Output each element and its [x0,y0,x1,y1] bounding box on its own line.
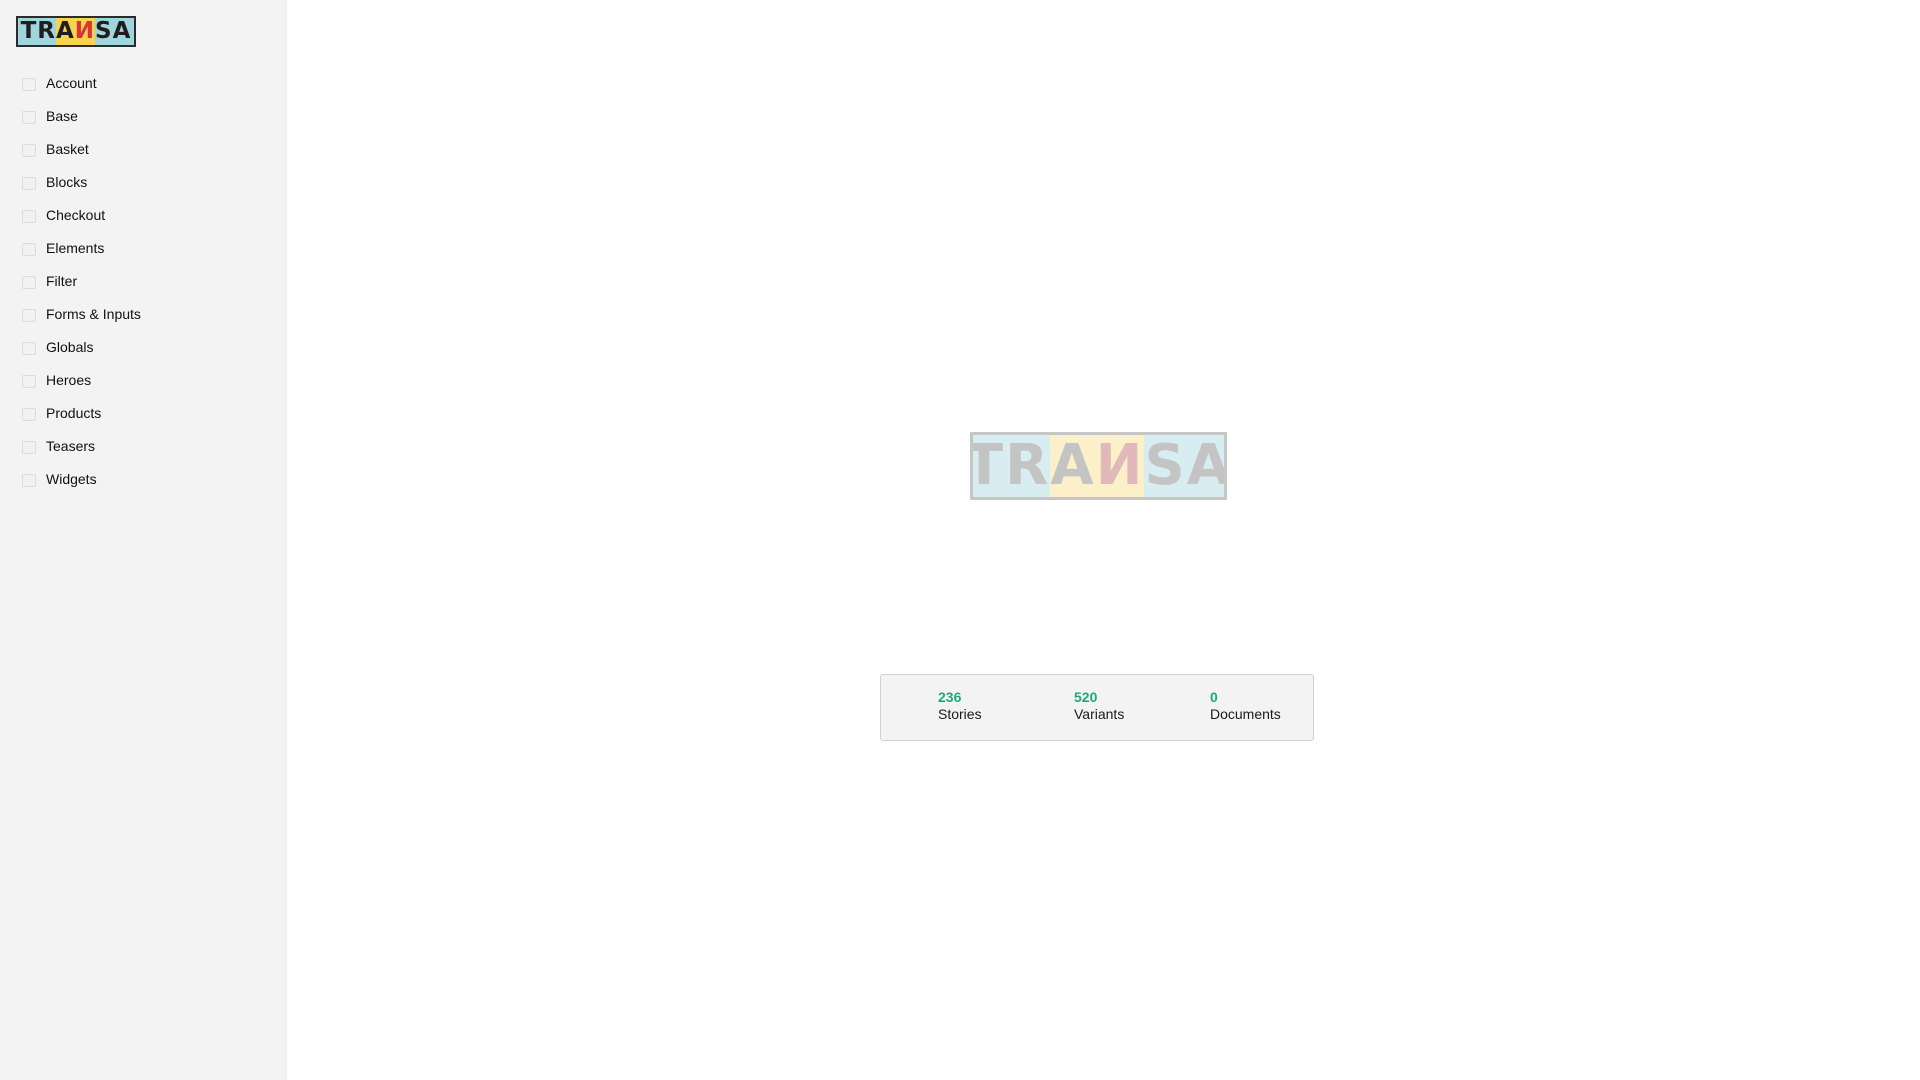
sidebar-item-label: Teasers [46,437,96,454]
stat-label: Documents [1210,706,1281,722]
sidebar-item-globals[interactable]: Globals [0,330,287,363]
folder-icon [22,110,36,124]
hero-logo: T R A И S A [970,432,1227,500]
sidebar-item-blocks[interactable]: Blocks [0,165,287,198]
sidebar-item-basket[interactable]: Basket [0,132,287,165]
sidebar-item-teasers[interactable]: Teasers [0,429,287,462]
stat-label: Stories [938,706,982,722]
folder-icon [22,341,36,355]
stats-panel: 236 Stories 520 Variants 0 Documents [880,674,1314,741]
logo-letter: R [37,18,56,44]
sidebar-item-forms-inputs[interactable]: Forms & Inputs [0,297,287,330]
logo-letter: S [95,18,113,44]
logo-letter: A [55,18,75,45]
sidebar-item-products[interactable]: Products [0,396,287,429]
sidebar-item-label: Base [46,107,78,124]
logo-letter: A [1050,433,1096,498]
sidebar-item-label: Forms & Inputs [46,305,141,322]
storybook-app: T R A И S A Account Base Basket Blocks C… [0,0,1920,1080]
sidebar-item-checkout[interactable]: Checkout [0,198,287,231]
sidebar-item-label: Checkout [46,206,106,223]
sidebar-item-label: Blocks [46,173,88,190]
stat-variants: 520 Variants [1074,688,1124,723]
sidebar-item-label: Filter [46,272,78,289]
logo-letter: T [20,18,38,44]
sidebar-item-label: Elements [46,239,105,256]
sidebar: T R A И S A Account Base Basket Blocks C… [0,0,287,1080]
sidebar-item-label: Globals [46,338,94,355]
logo-letter: A [112,18,132,44]
stat-value: 0 [1210,689,1218,705]
folder-icon [22,176,36,190]
stat-label: Variants [1074,706,1125,722]
folder-icon [22,440,36,454]
logo-letter: И [1095,433,1145,498]
folder-icon [22,407,36,421]
stat-stories: 236 Stories [938,688,982,723]
sidebar-item-elements[interactable]: Elements [0,231,287,264]
sidebar-nav: Account Base Basket Blocks Checkout Elem… [0,66,287,495]
sidebar-item-heroes[interactable]: Heroes [0,363,287,396]
logo-letter: R [1005,433,1051,498]
folder-icon [22,473,36,487]
brand-logo[interactable]: T R A И S A [16,16,136,47]
folder-icon [22,77,36,91]
sidebar-item-base[interactable]: Base [0,99,287,132]
sidebar-item-label: Basket [46,140,89,157]
logo-letter: A [1187,435,1224,497]
hero-logo-wordmark: T R A И S A [973,433,1224,498]
main-content: T R A И S A 236 Stories 520 Variants 0 D… [287,0,1920,1080]
folder-icon [22,242,36,256]
folder-icon [22,308,36,322]
logo-letter: T [973,435,1005,497]
logo-letter: И [74,18,96,45]
sidebar-item-label: Products [46,404,102,421]
sidebar-item-label: Widgets [46,470,97,487]
sidebar-item-label: Account [46,74,97,91]
sidebar-item-filter[interactable]: Filter [0,264,287,297]
folder-icon [22,275,36,289]
sidebar-item-widgets[interactable]: Widgets [0,462,287,495]
folder-icon [22,374,36,388]
sidebar-item-label: Heroes [46,371,92,388]
stat-value: 236 [938,689,962,705]
logo-letter: S [1144,433,1187,498]
sidebar-item-account[interactable]: Account [0,66,287,99]
logo-wordmark: T R A И S A [21,18,132,45]
stat-documents: 0 Documents [1210,688,1281,723]
folder-icon [22,143,36,157]
stat-value: 520 [1074,689,1098,705]
folder-icon [22,209,36,223]
